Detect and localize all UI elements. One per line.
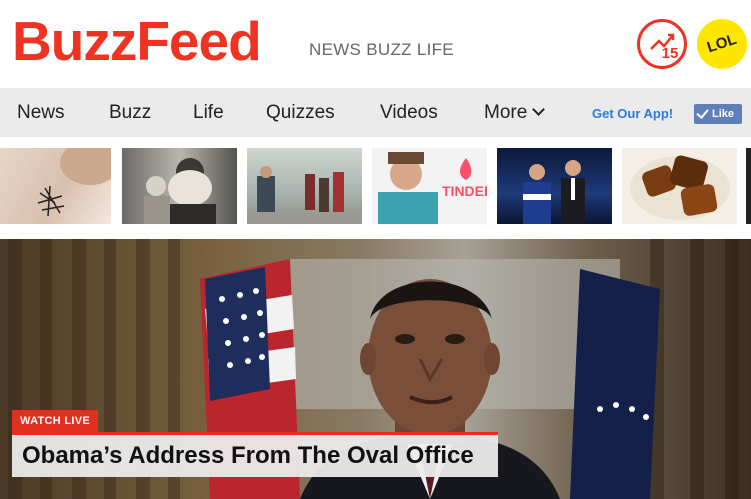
get-app-link[interactable]: Get Our App! [592, 88, 673, 139]
watch-live-badge: WATCH LIVE [12, 410, 99, 432]
nav-videos[interactable]: Videos [380, 88, 438, 137]
like-check-icon [696, 106, 709, 119]
thumbnail-1-image [37, 148, 111, 217]
hero-title-box[interactable]: Obama’s Address From The Oval Office [12, 432, 498, 477]
thumbnail-3[interactable] [247, 148, 362, 224]
thumbnail-2-image [144, 158, 216, 224]
nav-more[interactable]: More [484, 88, 546, 137]
thumbnail-3-image [247, 166, 362, 224]
tinder-label: TINDER [442, 183, 487, 199]
thumbnail-4[interactable]: TINDER [372, 148, 487, 224]
thumbnail-2[interactable] [122, 148, 237, 224]
tagline: NEWS BUZZ LIFE [309, 40, 454, 59]
nav-news[interactable]: News [17, 88, 65, 137]
tinder-flame-icon [460, 158, 472, 180]
thumbnail-6-image [630, 155, 730, 220]
hero-title: Obama’s Address From The Oval Office [22, 442, 474, 469]
lol-badge[interactable]: LOL [697, 19, 747, 69]
thumbnail-7[interactable] [746, 148, 751, 224]
thumbnail-1[interactable] [0, 148, 111, 224]
main-nav: News Buzz Life Quizzes Videos More Get O… [0, 88, 751, 137]
nav-more-label: More [484, 102, 528, 123]
thumbnail-5[interactable] [497, 148, 612, 224]
nav-buzz[interactable]: Buzz [109, 88, 151, 137]
buzzfeed-logo[interactable]: BuzzFeed [12, 6, 262, 76]
chevron-down-icon [532, 103, 546, 116]
like-button-label: Like [712, 108, 735, 120]
like-button[interactable]: Like [694, 104, 742, 124]
thumbnail-6[interactable] [622, 148, 737, 224]
thumbnail-strip: TINDER [0, 148, 751, 224]
lol-icon: LOL [704, 30, 739, 57]
thumbnail-5-image [523, 160, 585, 224]
trending-badge-count: 15 [661, 45, 679, 62]
nav-quizzes[interactable]: Quizzes [266, 88, 335, 137]
trending-badge[interactable]: 15 [637, 19, 687, 69]
nav-life[interactable]: Life [193, 88, 224, 137]
hero-feature[interactable]: WATCH LIVE Obama’s Address From The Oval… [0, 239, 751, 499]
site-header: BuzzFeed NEWS BUZZ LIFE 15 LOL [0, 0, 751, 88]
